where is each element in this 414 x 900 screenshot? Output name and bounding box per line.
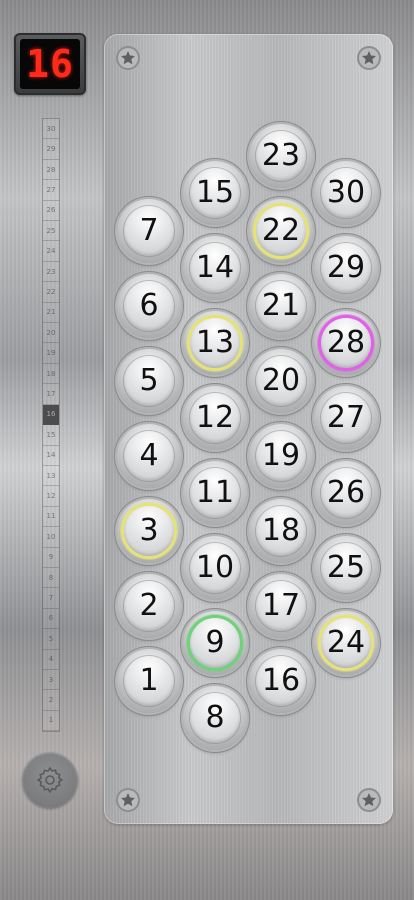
settings-button[interactable] — [22, 752, 78, 808]
floor-button-label: 5 — [139, 363, 159, 398]
screw-icon — [357, 788, 381, 812]
floor-button-7[interactable]: 7 — [117, 199, 181, 263]
floor-button-23[interactable]: 23 — [249, 124, 313, 188]
indicator-cell: 8 — [43, 568, 59, 589]
floor-button-30[interactable]: 30 — [314, 161, 378, 225]
floor-display: 16 — [14, 33, 86, 95]
indicator-cell: 7 — [43, 588, 59, 609]
floor-button-label: 13 — [195, 325, 235, 360]
floor-button-3[interactable]: 3 — [117, 499, 181, 563]
indicator-cell: 11 — [43, 507, 59, 528]
floor-button-6[interactable]: 6 — [117, 274, 181, 338]
floor-button-label: 27 — [326, 400, 366, 435]
floor-button-label: 30 — [326, 175, 366, 210]
floor-button-29[interactable]: 29 — [314, 236, 378, 300]
indicator-cell: 22 — [43, 282, 59, 303]
floor-button-26[interactable]: 26 — [314, 461, 378, 525]
indicator-cell: 3 — [43, 670, 59, 691]
floor-button-label: 25 — [326, 550, 366, 585]
screw-icon — [357, 46, 381, 70]
floor-button-label: 14 — [195, 250, 235, 285]
gear-icon — [36, 766, 64, 794]
floor-button-label: 16 — [261, 663, 301, 698]
floor-button-label: 11 — [195, 475, 235, 510]
floor-button-label: 18 — [261, 513, 301, 548]
indicator-cell: 30 — [43, 119, 59, 140]
floor-button-label: 7 — [139, 213, 159, 248]
floor-button-27[interactable]: 27 — [314, 386, 378, 450]
floor-button-16[interactable]: 16 — [249, 649, 313, 713]
floor-button-17[interactable]: 17 — [249, 574, 313, 638]
indicator-cell: 23 — [43, 262, 59, 283]
floor-button-5[interactable]: 5 — [117, 349, 181, 413]
indicator-cell: 15 — [43, 425, 59, 446]
floor-indicator-strip: 30 29 28 27 26 25 24 23 22 21 20 19 18 17 16 15 14 13 12 11… — [42, 118, 60, 732]
floor-button-1[interactable]: 1 — [117, 649, 181, 713]
indicator-cell: 13 — [43, 466, 59, 487]
floor-button-25[interactable]: 25 — [314, 536, 378, 600]
indicator-cell: 25 — [43, 221, 59, 242]
indicator-cell: 29 — [43, 139, 59, 160]
indicator-cell: 16 — [43, 404, 59, 426]
floor-button-4[interactable]: 4 — [117, 424, 181, 488]
indicator-cell: 2 — [43, 690, 59, 711]
indicator-cell: 20 — [43, 323, 59, 344]
floor-button-label: 6 — [139, 288, 159, 323]
floor-button-9[interactable]: 9 — [183, 611, 247, 675]
indicator-cell: 9 — [43, 548, 59, 568]
floor-button-label: 26 — [326, 475, 366, 510]
floor-button-label: 29 — [326, 250, 366, 285]
floor-button-label: 15 — [195, 175, 235, 210]
floor-button-label: 12 — [195, 400, 235, 435]
floor-button-label: 28 — [326, 325, 366, 360]
indicator-cell: 5 — [43, 629, 59, 650]
floor-button-19[interactable]: 19 — [249, 424, 313, 488]
floor-button-8[interactable]: 8 — [183, 686, 247, 750]
indicator-cell: 14 — [43, 446, 59, 466]
floor-button-label: 2 — [139, 588, 159, 623]
floor-button-label: 22 — [261, 213, 301, 248]
floor-button-label: 21 — [261, 288, 301, 323]
floor-button-label: 1 — [139, 663, 159, 698]
floor-button-22[interactable]: 22 — [249, 199, 313, 263]
floor-button-18[interactable]: 18 — [249, 499, 313, 563]
indicator-cell: 27 — [43, 180, 59, 201]
floor-button-label: 4 — [139, 438, 159, 473]
floor-button-label: 20 — [261, 363, 301, 398]
indicator-cell: 1 — [43, 711, 59, 732]
indicator-cell: 28 — [43, 160, 59, 181]
floor-button-21[interactable]: 21 — [249, 274, 313, 338]
screw-icon — [116, 788, 140, 812]
floor-button-15[interactable]: 15 — [183, 161, 247, 225]
indicator-cell: 18 — [43, 364, 59, 385]
floor-button-label: 10 — [195, 550, 235, 585]
floor-button-20[interactable]: 20 — [249, 349, 313, 413]
indicator-cell: 19 — [43, 343, 59, 364]
floor-button-11[interactable]: 11 — [183, 461, 247, 525]
indicator-cell: 4 — [43, 650, 59, 670]
indicator-cell: 21 — [43, 303, 59, 324]
screw-icon — [116, 46, 140, 70]
indicator-cell: 24 — [43, 241, 59, 262]
floor-button-14[interactable]: 14 — [183, 236, 247, 300]
floor-button-label: 9 — [205, 625, 225, 660]
indicator-cell: 17 — [43, 384, 59, 405]
floor-button-label: 24 — [326, 625, 366, 660]
floor-button-12[interactable]: 12 — [183, 386, 247, 450]
indicator-cell: 12 — [43, 486, 59, 507]
floor-display-digits: 16 — [20, 39, 80, 89]
floor-button-label: 23 — [261, 138, 301, 173]
floor-button-label: 8 — [205, 700, 225, 735]
indicator-cell: 26 — [43, 201, 59, 222]
floor-button-28[interactable]: 28 — [314, 311, 378, 375]
floor-button-label: 3 — [139, 513, 159, 548]
indicator-cell: 10 — [43, 527, 59, 548]
floor-button-10[interactable]: 10 — [183, 536, 247, 600]
floor-button-label: 17 — [261, 588, 301, 623]
floor-button-13[interactable]: 13 — [183, 311, 247, 375]
floor-button-24[interactable]: 24 — [314, 611, 378, 675]
floor-button-label: 19 — [261, 438, 301, 473]
floor-button-2[interactable]: 2 — [117, 574, 181, 638]
indicator-cell: 6 — [43, 609, 59, 630]
